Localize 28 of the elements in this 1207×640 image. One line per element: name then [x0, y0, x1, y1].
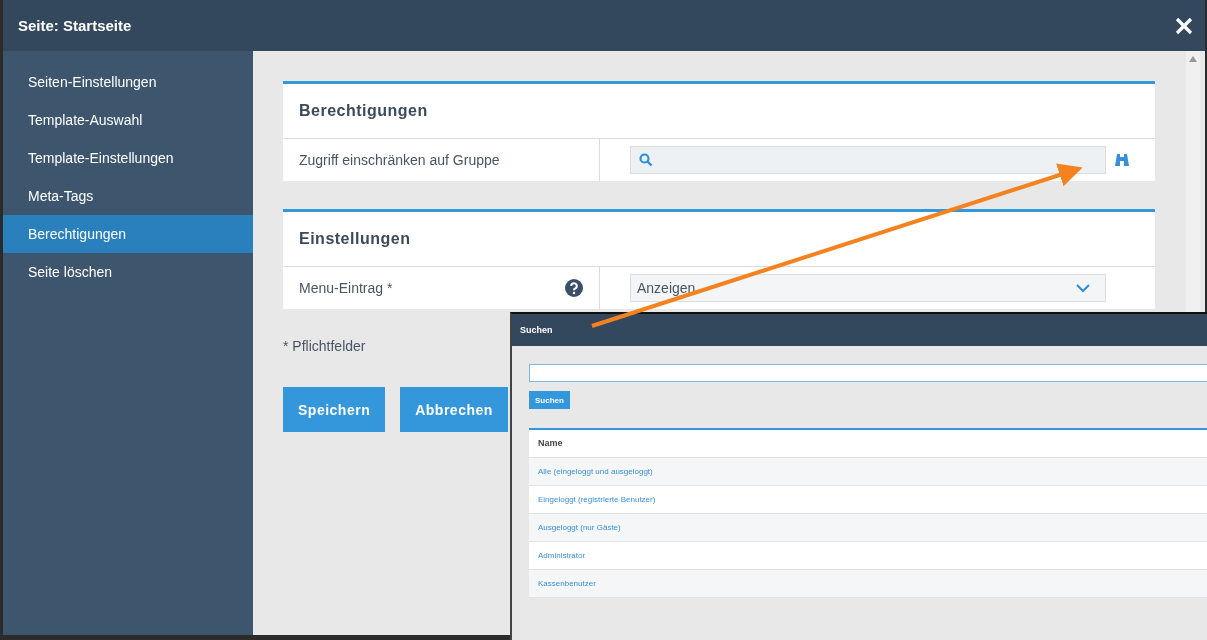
binoculars-icon[interactable]: [1114, 152, 1130, 168]
dialog-title: Suchen: [520, 325, 553, 335]
window-title: Seite: Startseite: [18, 17, 132, 34]
section-title: Einstellungen: [283, 212, 1155, 267]
search-button[interactable]: Suchen: [529, 391, 570, 409]
sidebar-item[interactable]: Template-Auswahl: [3, 101, 253, 139]
section-title: Berechtigungen: [283, 84, 1155, 139]
chevron-down-icon: [1075, 283, 1091, 293]
result-link[interactable]: Ausgeloggt (nur Gäste): [529, 514, 1207, 542]
sidebar-item[interactable]: Seite löschen: [3, 253, 253, 291]
sidebar-item[interactable]: Meta-Tags: [3, 177, 253, 215]
search-input[interactable]: [529, 364, 1207, 382]
select-field[interactable]: Anzeigen: [630, 274, 1106, 302]
result-link[interactable]: Kassenbenutzer: [529, 570, 1207, 598]
required-note: * Pflichtfelder: [283, 338, 366, 354]
result-link[interactable]: Alle (eingeloggt und ausgeloggt): [529, 458, 1207, 486]
close-icon[interactable]: [1175, 16, 1193, 35]
field-label: Zugriff einschränken auf Gruppe: [299, 152, 500, 168]
sidebar-item[interactable]: Seiten-Einstellungen: [3, 63, 253, 101]
sidebar-item[interactable]: Berechtigungen: [3, 215, 253, 253]
help-icon[interactable]: [565, 279, 583, 297]
scroll-up-icon[interactable]: [1189, 56, 1197, 62]
cancel-button[interactable]: Abbrechen: [400, 387, 508, 432]
search-field[interactable]: [630, 146, 1106, 174]
field-label: Menu-Eintrag *: [299, 280, 393, 296]
save-button[interactable]: Speichern: [283, 387, 386, 432]
sidebar-item[interactable]: Template-Einstellungen: [3, 139, 253, 177]
search-icon: [639, 153, 653, 167]
